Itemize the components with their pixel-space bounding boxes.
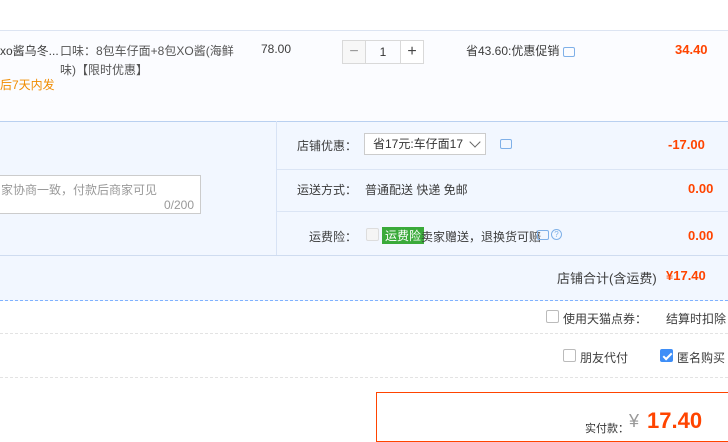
shop-total-label: 店铺合计(含运费) — [557, 271, 657, 286]
quantity-input[interactable]: 1 — [366, 40, 400, 64]
shipping-value: 普通配送 快递 免邮 — [365, 183, 468, 197]
item-spec: 口味：8包车仔面+8包XO酱(海鲜 — [60, 44, 234, 58]
tmall-points-note: 结算时扣除 — [666, 312, 727, 326]
insurance-amount: 0.00 — [688, 228, 714, 243]
shop-total-value: ¥17.40 — [666, 268, 706, 283]
quantity-stepper: − 1 + — [342, 40, 424, 64]
insurance-label: 运费险： — [309, 230, 358, 244]
message-input[interactable]: 家协商一致，付款后商家可见 0/200 — [0, 175, 201, 214]
friend-pay-label: 朋友代付 — [580, 351, 629, 365]
divider — [276, 121, 277, 255]
message-counter: 0/200 — [163, 198, 194, 212]
insurance-tag: 运费险 — [382, 227, 425, 244]
divider — [277, 169, 728, 170]
anonymous-label: 匿名购买 — [677, 351, 726, 365]
chat-icon[interactable] — [500, 139, 512, 149]
payment-summary-box: 实付款： ¥ 17.40 — [376, 392, 728, 442]
divider — [0, 377, 728, 379]
increase-button[interactable]: + — [400, 40, 424, 64]
shop-discount-label: 店铺优惠： — [297, 139, 358, 153]
item-price: 78.00 — [261, 42, 292, 56]
insurance-desc: 卖家赠送，退换货可赔 — [421, 230, 542, 244]
chevron-down-icon — [469, 136, 481, 148]
anonymous-checkbox[interactable] — [660, 349, 673, 362]
currency-symbol: ¥ — [629, 411, 640, 431]
friend-pay-checkbox[interactable] — [563, 349, 576, 362]
item-spec-2: 味)【限时优惠】 — [60, 63, 148, 77]
item-saving: 省43.60:优惠促销 — [466, 44, 560, 58]
shipping-label: 运送方式： — [297, 183, 358, 197]
divider — [277, 211, 728, 212]
shipping-promise: 后7天内发 — [0, 78, 55, 92]
message-placeholder: 家协商一致，付款后商家可见 — [1, 183, 158, 197]
shipping-amount: 0.00 — [688, 181, 714, 196]
item-title[interactable]: xo酱乌冬... — [0, 42, 59, 59]
payment-amount: 17.40 — [647, 408, 703, 433]
shop-discount-amount: -17.00 — [668, 137, 705, 152]
divider — [0, 255, 728, 256]
insurance-checkbox[interactable] — [366, 228, 379, 241]
divider — [0, 333, 728, 335]
chat-icon[interactable] — [563, 47, 575, 57]
payment-label: 实付款： — [585, 423, 629, 435]
help-icon[interactable]: ? — [551, 229, 562, 240]
item-subtotal: 34.40 — [675, 42, 708, 57]
decrease-button[interactable]: − — [342, 40, 366, 64]
shop-discount-value: 省17元:车仔面17 — [373, 137, 464, 151]
tmall-points-checkbox[interactable] — [546, 310, 559, 323]
chat-icon[interactable] — [537, 230, 549, 240]
shop-discount-select[interactable]: 省17元:车仔面17 — [364, 133, 486, 155]
tmall-points-label: 使用天猫点券： — [563, 312, 648, 326]
